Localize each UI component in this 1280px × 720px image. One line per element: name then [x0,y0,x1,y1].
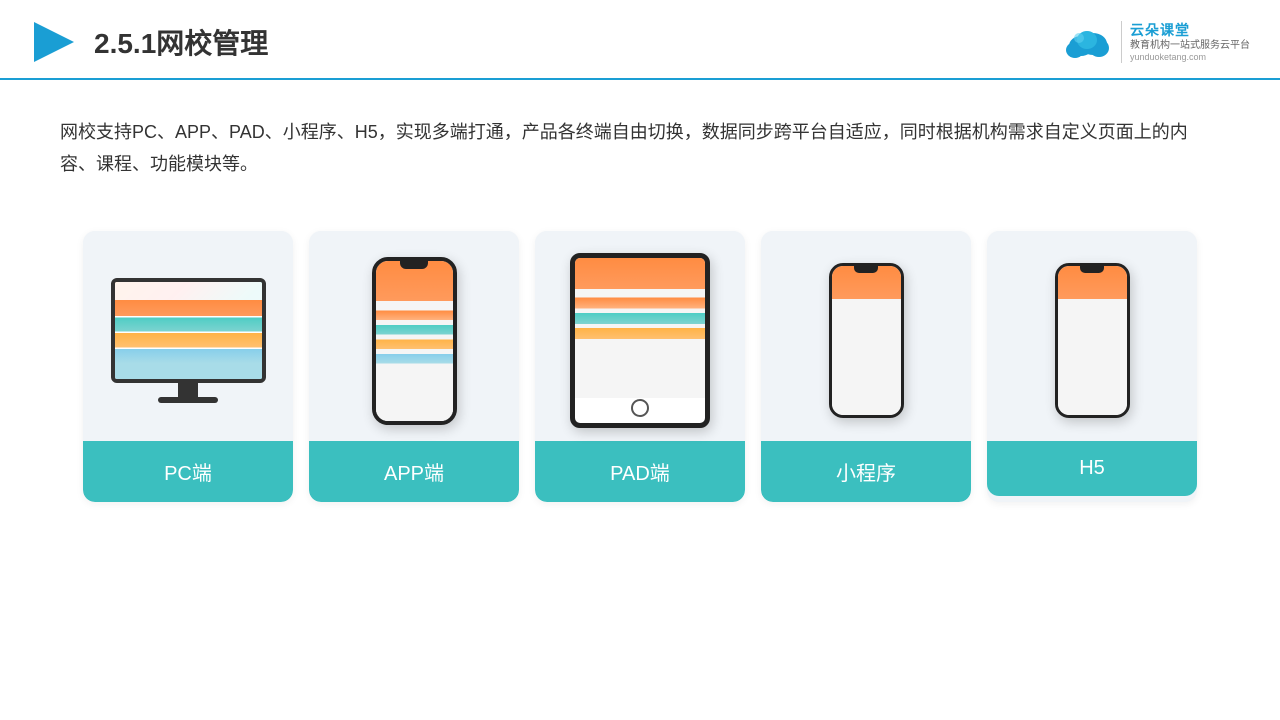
card-pc-label: PC端 [83,441,293,502]
card-app-label: APP端 [309,441,519,502]
logo-sub-text: 教育机构一站式服务云平台 [1130,39,1250,52]
logo-url-text: yunduoketang.com [1130,52,1250,64]
play-icon [30,18,78,66]
logo-area: 云朵课堂 教育机构一站式服务云平台 yunduoketang.com [1061,21,1250,64]
card-app: APP端 [309,231,519,502]
description-text: 网校支持PC、APP、PAD、小程序、H5，实现多端打通，产品各终端自由切换，数… [0,80,1280,201]
card-miniprogram-image [761,231,971,441]
card-h5-label: H5 [987,441,1197,496]
header: 2.5.1网校管理 云朵课堂 教育机构一站式服务云平台 yunduoketang… [0,0,1280,80]
page-title: 2.5.1网校管理 [94,22,268,62]
card-pad: PAD端 [535,231,745,502]
phone-app-icon [372,257,457,425]
tablet-pad-icon [570,253,710,428]
card-app-image [309,231,519,441]
cards-container: PC端 APP端 PAD端 小程序 [0,201,1280,532]
logo-main-text: 云朵课堂 [1130,21,1250,39]
logo-cloud-icon [1061,24,1113,60]
phone-mini-icon [829,263,904,418]
card-pad-label: PAD端 [535,441,745,502]
card-pc: PC端 [83,231,293,502]
card-h5-image [987,231,1197,441]
card-pad-image [535,231,745,441]
card-miniprogram: 小程序 [761,231,971,502]
card-miniprogram-label: 小程序 [761,441,971,502]
logo-text-block: 云朵课堂 教育机构一站式服务云平台 yunduoketang.com [1121,21,1250,64]
card-pc-image [83,231,293,441]
card-h5: H5 [987,231,1197,502]
pc-monitor-icon [111,278,266,403]
phone-h5-icon [1055,263,1130,418]
header-left: 2.5.1网校管理 [30,18,268,66]
